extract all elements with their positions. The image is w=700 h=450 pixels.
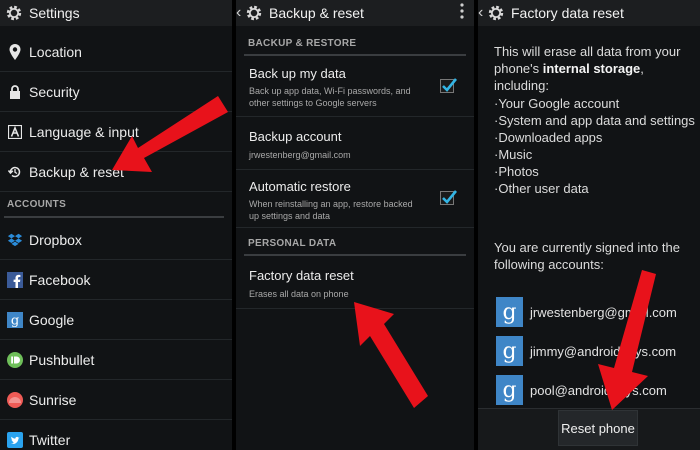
svg-text:g: g <box>11 313 19 328</box>
factory-reset-panel: ‹ Factory data reset This will erase all… <box>478 0 700 450</box>
factory-action-bar: ‹ Factory data reset <box>478 0 700 26</box>
sunrise-icon <box>7 391 23 408</box>
pushbullet-icon <box>7 351 23 368</box>
signed-in-line: You are currently signed into the <box>494 240 680 255</box>
section-divider <box>244 54 466 56</box>
settings-item-label: Backup & reset <box>29 163 124 180</box>
settings-item-security[interactable]: Security <box>0 72 232 112</box>
backup-action-bar: ‹ Backup & reset <box>236 0 474 26</box>
settings-item-label: Location <box>29 43 82 60</box>
settings-gear-icon[interactable] <box>486 3 506 23</box>
backup-reset-panel: ‹ Backup & reset BACKUP & RESTORE Back u… <box>236 0 474 450</box>
section-divider <box>244 254 466 256</box>
backup-my-data-summary: Back up app data, Wi-Fi passwords, and o… <box>249 86 411 108</box>
automatic-restore-row[interactable]: Automatic restore When reinstalling an a… <box>236 171 474 228</box>
google-account-icon: g <box>496 297 523 327</box>
account-email: pool@androidguys.com <box>530 382 667 398</box>
erase-list-item: ·Photos <box>494 164 539 179</box>
account-item-label: Sunrise <box>29 391 77 408</box>
account-email: jimmy@androidguys.com <box>530 343 677 359</box>
google-icon: g <box>7 311 23 328</box>
erase-list-item: ·System and app data and settings <box>494 113 695 128</box>
backup-account-title: Backup account <box>249 129 342 144</box>
account-item-google[interactable]: g Google <box>0 300 232 340</box>
settings-gear-icon[interactable] <box>244 3 264 23</box>
factory-reset-title: Factory data reset <box>249 268 354 283</box>
erase-list-item: ·Other user data <box>494 181 589 196</box>
factory-reset-summary: Erases all data on phone <box>249 289 349 299</box>
settings-item-label: Language & input <box>29 123 139 140</box>
settings-item-label: Security <box>29 83 80 100</box>
settings-item-backup-reset[interactable]: Backup & reset <box>0 152 232 192</box>
automatic-restore-checkbox[interactable] <box>440 190 458 205</box>
signed-in-text: You are currently signed into the follow… <box>494 239 680 273</box>
factory-data-reset-row[interactable]: Factory data reset Erases all data on ph… <box>236 257 474 309</box>
keyboard-a-icon <box>7 124 23 140</box>
account-item-label: Google <box>29 311 75 328</box>
erase-list: ·Your Google account ·System and app dat… <box>494 95 695 197</box>
account-item-dropbox[interactable]: Dropbox <box>0 220 232 260</box>
account-row: g jrwestenberg@gmail.com <box>496 297 677 327</box>
back-chevron-icon[interactable]: ‹ <box>236 4 242 22</box>
settings-item-language[interactable]: Language & input <box>0 112 232 152</box>
settings-gear-icon[interactable] <box>4 3 24 23</box>
backup-account-row[interactable]: Backup account jrwestenberg@gmail.com <box>236 118 474 170</box>
account-item-facebook[interactable]: Facebook <box>0 260 232 300</box>
account-item-label: Facebook <box>29 271 91 288</box>
backup-restore-section-header: BACKUP & RESTORE <box>248 38 357 49</box>
facebook-icon <box>7 271 23 288</box>
backup-my-data-checkbox[interactable] <box>440 78 458 93</box>
account-email: jrwestenberg@gmail.com <box>530 304 677 320</box>
accounts-section-header: ACCOUNTS <box>7 199 67 210</box>
red-arrow-factory-reset <box>354 302 428 408</box>
factory-title: Factory data reset <box>511 5 624 21</box>
factory-intro-text: This will erase all data from your phone… <box>494 43 694 94</box>
location-pin-icon <box>7 43 23 60</box>
settings-action-bar: Settings <box>0 0 232 26</box>
twitter-icon <box>7 431 23 448</box>
signed-in-line: following accounts: <box>494 257 604 272</box>
google-account-icon: g <box>496 336 523 366</box>
account-item-twitter[interactable]: Twitter <box>0 420 232 450</box>
settings-item-location[interactable]: Location <box>0 32 232 72</box>
account-row: g pool@androidguys.com <box>496 375 667 405</box>
account-item-label: Dropbox <box>29 231 82 248</box>
erase-list-item: ·Music <box>494 147 533 162</box>
settings-title: Settings <box>29 5 80 21</box>
account-item-label: Pushbullet <box>29 351 95 368</box>
automatic-restore-title: Automatic restore <box>249 179 351 194</box>
automatic-restore-summary: When reinstalling an app, restore backed… <box>249 199 413 221</box>
lock-icon <box>7 84 23 100</box>
back-chevron-icon[interactable]: ‹ <box>478 4 484 22</box>
erase-list-item: ·Downloaded apps <box>494 130 603 145</box>
section-divider <box>4 216 224 218</box>
account-item-pushbullet[interactable]: Pushbullet <box>0 340 232 380</box>
account-row: g jimmy@androidguys.com <box>496 336 676 366</box>
backup-title: Backup & reset <box>269 5 364 21</box>
account-item-sunrise[interactable]: Sunrise <box>0 380 232 420</box>
overflow-menu-icon[interactable] <box>460 3 464 19</box>
account-item-label: Twitter <box>29 431 71 448</box>
backup-account-email: jrwestenberg@gmail.com <box>249 150 351 160</box>
intro-text-bold: internal storage <box>542 61 641 76</box>
erase-list-item: ·Your Google account <box>494 96 620 111</box>
restore-icon <box>7 164 23 180</box>
backup-my-data-row[interactable]: Back up my data Back up app data, Wi-Fi … <box>236 57 474 117</box>
dropbox-icon <box>7 232 23 248</box>
personal-data-section-header: PERSONAL DATA <box>248 238 337 249</box>
google-account-icon: g <box>496 375 523 405</box>
settings-panel: Settings Location Security Language & in… <box>0 0 232 450</box>
reset-phone-button[interactable]: Reset phone <box>558 410 638 446</box>
backup-my-data-title: Back up my data <box>249 66 346 81</box>
